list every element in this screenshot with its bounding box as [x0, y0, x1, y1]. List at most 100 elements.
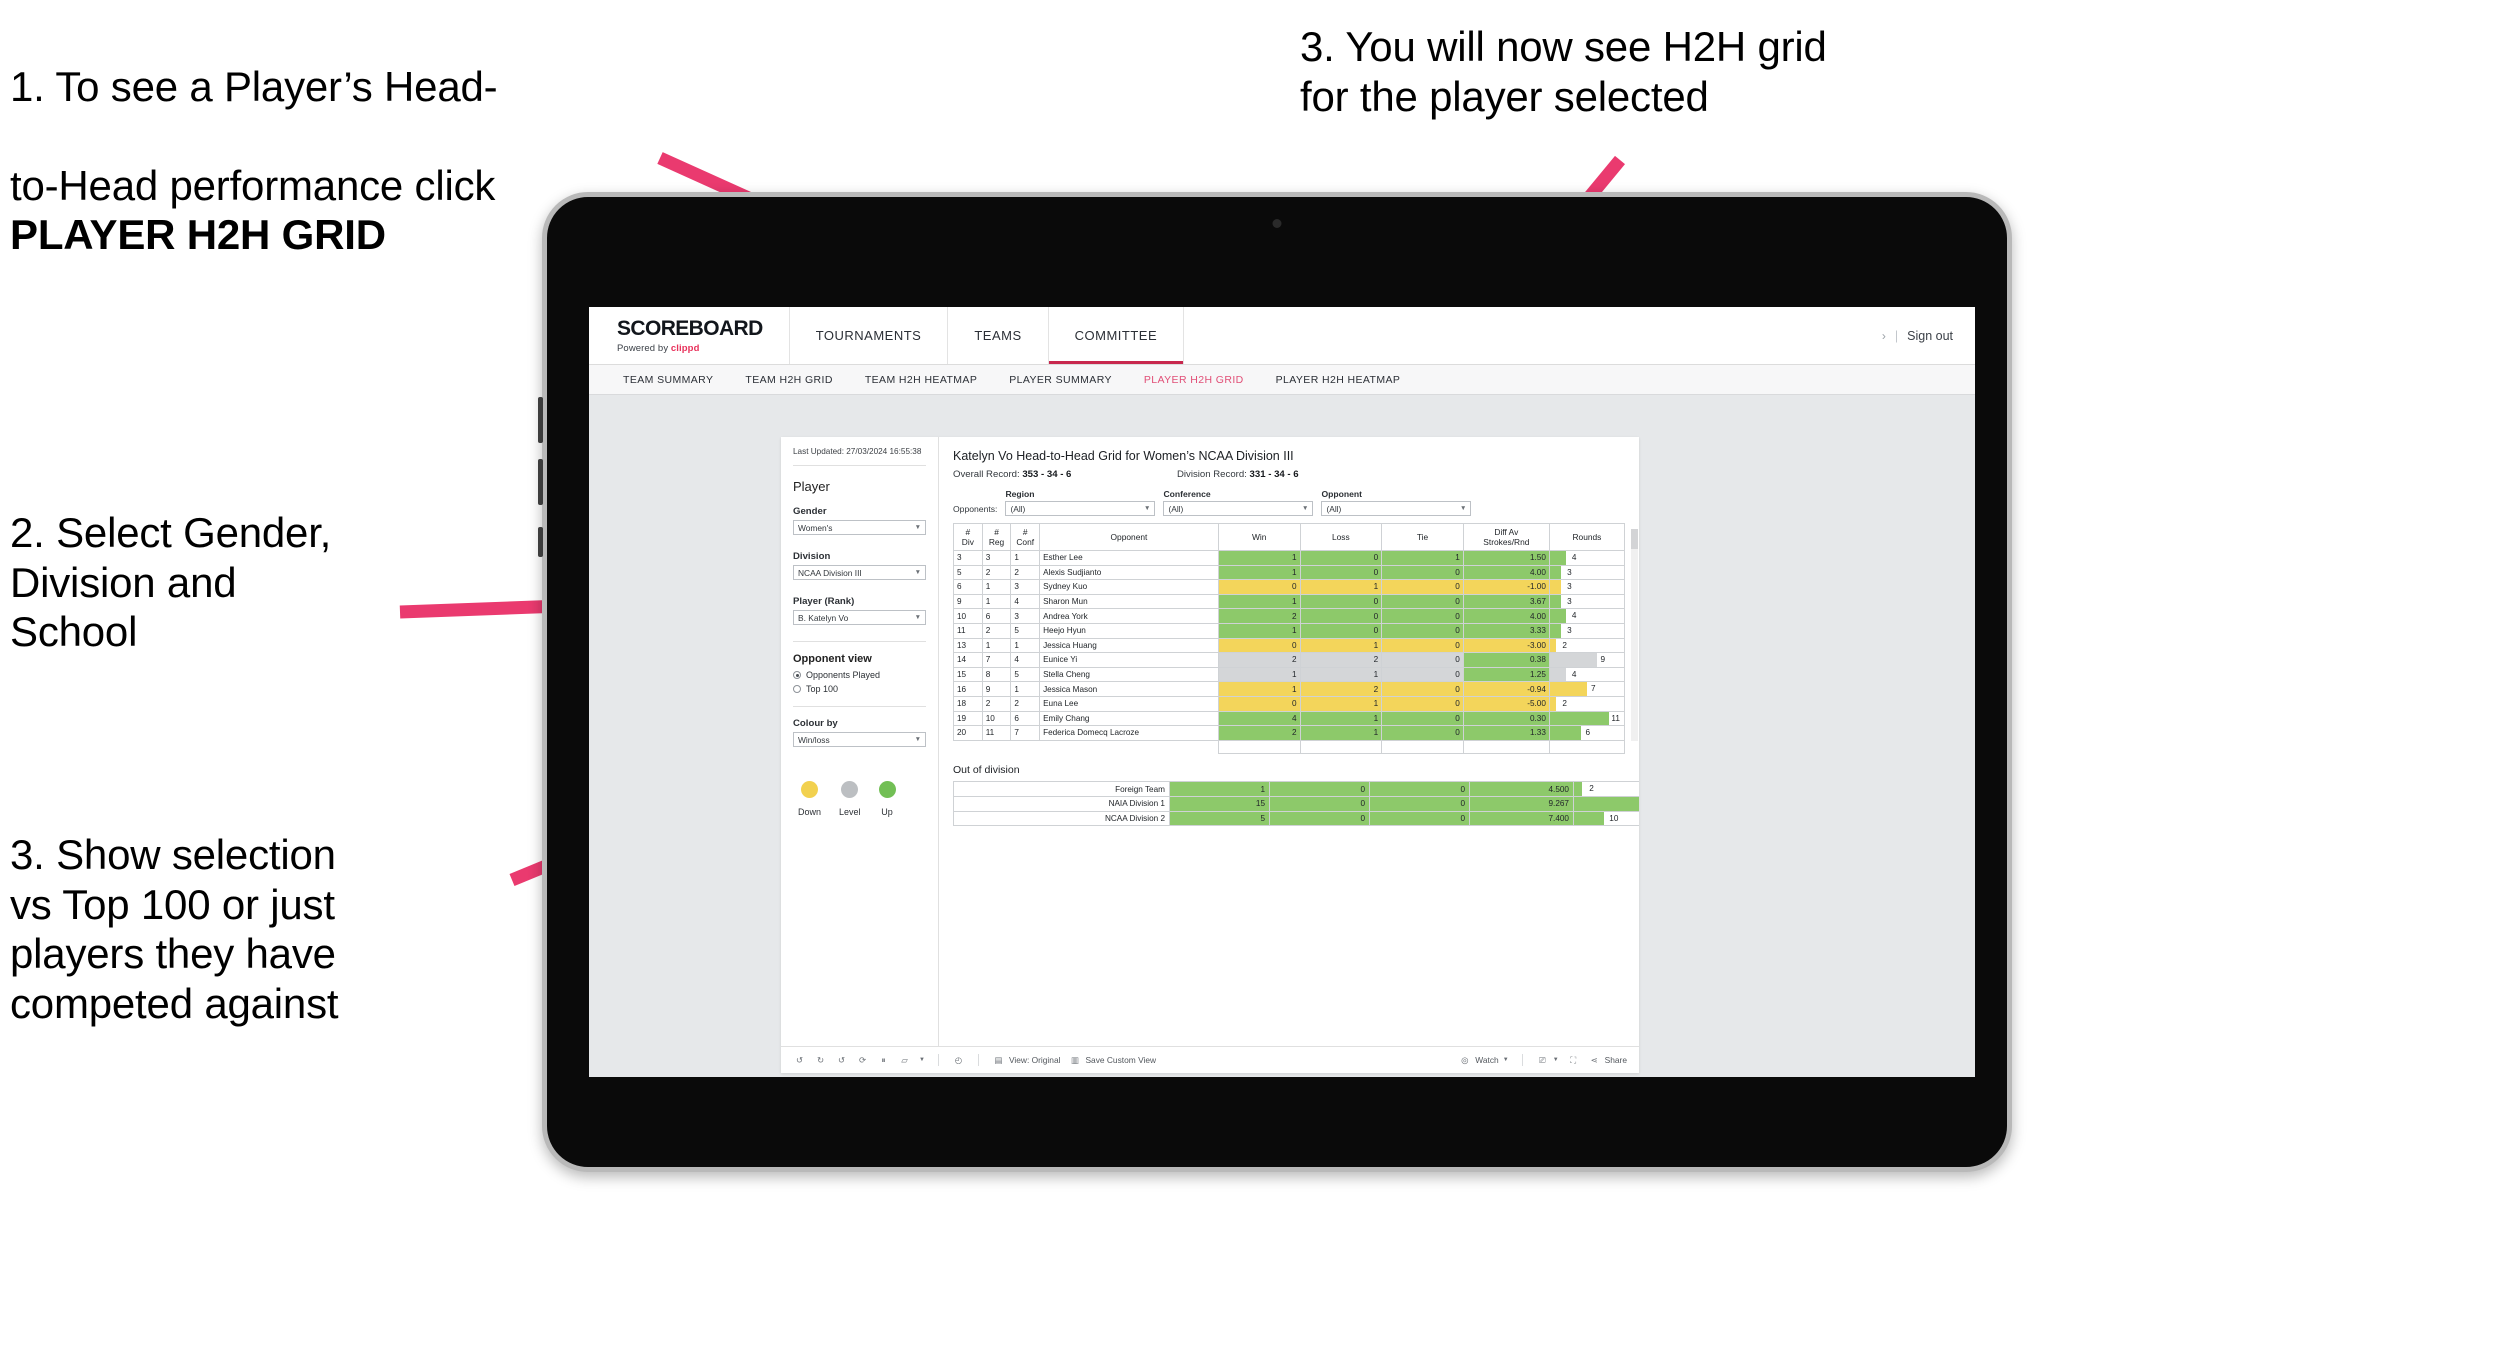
save-custom-view-button[interactable]: ▥ Save Custom View — [1068, 1054, 1156, 1067]
cell-conf: 1 — [1010, 550, 1041, 566]
table-row[interactable]: 6 1 3 Sydney Kuo 0 1 0 -1.00 3 — [953, 579, 1626, 595]
cell-ood-win: 1 — [1169, 781, 1270, 797]
table-row[interactable]: 9 1 4 Sharon Mun 1 0 0 3.67 3 — [953, 593, 1626, 610]
radio-top-100[interactable]: Top 100 — [793, 684, 926, 694]
filter-player-select[interactable]: B. Katelyn Vo ▼ — [793, 610, 926, 626]
table-row[interactable]: 11 2 5 Heejo Hyun 1 0 0 3.33 3 — [953, 622, 1626, 639]
scrollbar-thumb[interactable] — [1631, 529, 1638, 549]
table-row[interactable]: 16 9 1 Jessica Mason 1 2 0 -0.94 7 — [953, 681, 1626, 697]
table-row[interactable]: 20 11 7 Federica Domecq Lacroze 2 1 0 1.33 6 — [953, 725, 1626, 741]
cell-div: 18 — [953, 695, 983, 712]
highlight-icon[interactable]: ▱ — [898, 1054, 911, 1067]
table-row[interactable]: 10 6 3 Andrea York 2 0 0 4.00 4 — [953, 608, 1626, 624]
app-topbar: SCOREBOARD Powered by clippd TOURNAMENTS… — [589, 307, 1975, 365]
cell-div: 6 — [953, 579, 983, 595]
toolbar-divider — [977, 1054, 979, 1066]
table-row[interactable]: 3 3 1 Esther Lee 1 0 1 1.50 4 — [953, 550, 1626, 566]
toolbar-divider — [937, 1054, 939, 1066]
topnav-committee[interactable]: COMMITTEE — [1049, 307, 1185, 364]
cell-ood-name: NAIA Division 1 — [953, 795, 1170, 812]
volume-down-button[interactable] — [538, 459, 543, 505]
out-of-division-row[interactable]: Foreign Team 1 0 0 4.500 2 — [953, 781, 1639, 797]
filter-opponent-select[interactable]: (All) ▼ — [1321, 501, 1472, 516]
redo-icon[interactable]: ↻ — [814, 1054, 827, 1067]
table-row[interactable]: 15 8 5 Stella Cheng 1 1 0 1.25 4 — [953, 666, 1626, 683]
clock-icon[interactable]: ◴ — [952, 1054, 965, 1067]
table-row[interactable]: 19 10 6 Emily Chang 4 1 0 0.30 11 — [953, 710, 1626, 727]
table-row[interactable]: 5 2 2 Alexis Sudjianto 1 0 0 4.00 3 — [953, 564, 1626, 581]
radio-opponents-played[interactable]: Opponents Played — [793, 670, 926, 680]
download-button[interactable]: ⎚ ▼ — [1536, 1054, 1559, 1067]
table-row[interactable]: 13 1 1 Jessica Huang 0 1 0 -3.00 2 — [953, 637, 1626, 654]
chevron-right-icon[interactable]: › — [1882, 329, 1886, 343]
cell-reg: 1 — [981, 637, 1012, 654]
fullscreen-icon[interactable]: ⛶ — [1567, 1054, 1580, 1067]
power-button[interactable] — [538, 527, 543, 557]
share-button[interactable]: ⋖ Share — [1588, 1054, 1627, 1067]
visualization-body: Last Updated: 27/03/2024 16:55:38 Player… — [781, 437, 1639, 1046]
legend-label-level: Level — [839, 807, 861, 818]
cell-loss: 0 — [1299, 622, 1383, 639]
watch-button[interactable]: ◎ Watch ▼ — [1458, 1054, 1509, 1067]
refresh-icon[interactable]: ⟳ — [856, 1054, 869, 1067]
topnav-tournaments[interactable]: TOURNAMENTS — [790, 307, 949, 364]
subnav-team-h2h-grid[interactable]: TEAM H2H GRID — [729, 374, 848, 386]
subnav-team-h2h-heatmap[interactable]: TEAM H2H HEATMAP — [849, 374, 993, 386]
cell-ood-diff: 7.400 — [1469, 810, 1574, 827]
sign-out-link[interactable]: Sign out — [1907, 329, 1953, 343]
overall-record-label: Overall Record: — [953, 469, 1020, 480]
subnav-team-summary[interactable]: TEAM SUMMARY — [607, 374, 729, 386]
brand-logo[interactable]: SCOREBOARD Powered by clippd — [589, 307, 790, 364]
subnav-player-h2h-heatmap[interactable]: PLAYER H2H HEATMAP — [1260, 374, 1417, 386]
topnav-teams[interactable]: TEAMS — [948, 307, 1049, 364]
filter-conference-select[interactable]: (All) ▼ — [1163, 501, 1314, 516]
table-header-row: # Div # Reg # Conf Opponent Win Loss Tie… — [953, 523, 1626, 551]
volume-up-button[interactable] — [538, 397, 543, 443]
cell-reg: 2 — [981, 622, 1012, 639]
out-of-division-row[interactable]: NAIA Division 115009.26730 — [953, 795, 1639, 812]
grid-vertical-scrollbar[interactable] — [1631, 529, 1638, 741]
filter-division-value: NCAA Division III — [798, 567, 862, 578]
cell-ood-rounds: 10 — [1573, 810, 1639, 827]
cell-tie: 0 — [1381, 579, 1464, 595]
cell-rounds: 11 — [1548, 710, 1626, 727]
cell-loss: 1 — [1299, 579, 1383, 595]
undo-icon[interactable]: ↺ — [793, 1054, 806, 1067]
col-reg: # Reg — [981, 523, 1012, 551]
cell-ood-name: NCAA Division 2 — [953, 810, 1170, 827]
rounds-value: 4 — [1571, 553, 1577, 562]
brand-powered-prefix: Powered by — [617, 342, 671, 354]
chevron-down-icon: ▼ — [914, 614, 921, 622]
view-original-button[interactable]: ▤ View: Original — [992, 1054, 1060, 1067]
h2h-grid-body: 3 3 1 Esther Lee 1 0 1 1.50 4 5 2 2 Alexis Sudjianto… — [953, 550, 1626, 755]
cell-opponent: Jessica Huang — [1039, 637, 1219, 654]
h2h-grid-head: # Div # Reg # Conf Opponent Win Loss Tie… — [953, 523, 1626, 551]
rounds-value: 7 — [1590, 684, 1596, 694]
filter-gender-select[interactable]: Women's ▼ — [793, 520, 926, 536]
cell-ood-tie: 0 — [1369, 781, 1470, 797]
overall-record-value: 353 - 34 - 6 — [1022, 469, 1072, 480]
chevron-down-icon: ▼ — [1552, 1057, 1559, 1063]
rounds-bar — [1549, 653, 1598, 667]
filter-division-select[interactable]: NCAA Division III ▼ — [793, 565, 926, 581]
col-div: # Div — [953, 523, 983, 551]
records-row: Overall Record: 353 - 34 - 6 Division Re… — [953, 469, 1625, 480]
out-of-division-row[interactable]: NCAA Division 2 5 0 0 7.400 10 — [953, 810, 1639, 827]
colour-by-select[interactable]: Win/loss ▼ — [793, 732, 926, 748]
cell-ood-rounds: 30 — [1573, 795, 1639, 812]
revert-icon[interactable]: ↺ — [835, 1054, 848, 1067]
pause-icon[interactable]: ⏸ — [877, 1054, 890, 1067]
col-diff: Diff Av Strokes/Rnd — [1462, 523, 1550, 551]
cell-rounds: 4 — [1548, 666, 1626, 683]
subnav-player-summary[interactable]: PLAYER SUMMARY — [993, 374, 1128, 386]
chevron-down-icon[interactable]: ▼ — [919, 1057, 925, 1063]
table-row[interactable]: 18 2 2 Euna Lee 0 1 0 -5.00 2 — [953, 695, 1626, 712]
topbar-right: › | Sign out — [1882, 307, 1975, 364]
subnav-player-h2h-grid[interactable]: PLAYER H2H GRID — [1128, 374, 1260, 386]
filter-gender-label: Gender — [793, 506, 827, 518]
table-row[interactable]: 14 7 4 Eunice Yi 2 2 0 0.38 9 — [953, 652, 1626, 668]
filter-region-select[interactable]: (All) ▼ — [1005, 501, 1156, 516]
cell-win: 0 — [1217, 579, 1301, 595]
sidepanel-heading-player: Player — [793, 479, 830, 495]
slide-canvas: 1. To see a Player’s Head- to-Head perfo… — [0, 0, 2512, 1352]
